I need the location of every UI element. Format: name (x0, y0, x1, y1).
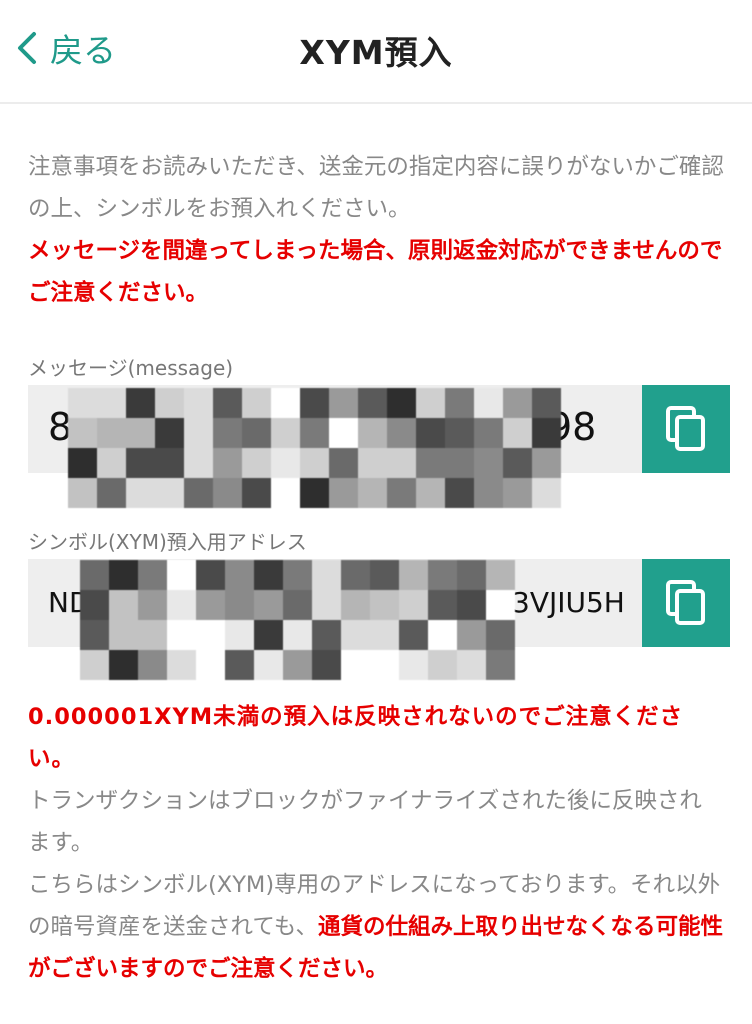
page-title: XYM預入 (299, 33, 453, 72)
copy-icon (666, 580, 705, 625)
minimum-warning: 0.000001XYM未満の預入は反映されないのでご注意ください。 (28, 704, 684, 772)
notice-text: 注意事項をお読みいただき、送金元の指定内容に誤りがないかご確認の上、シンボルをお… (28, 146, 728, 314)
copy-message-button[interactable] (642, 385, 730, 473)
header: 戻る XYM預入 (0, 0, 752, 104)
redaction-mosaic (68, 388, 561, 508)
notice-warning: メッセージを間違ってしまった場合、原則返金対応ができませんのでご注意ください。 (28, 238, 723, 306)
copy-address-button[interactable] (642, 559, 730, 647)
finalize-note: トランザクションはブロックがファイナライズされた後に反映されます。 (28, 788, 702, 856)
deposit-notes: 0.000001XYM未満の預入は反映されないのでご注意ください。 トランザクシ… (28, 696, 724, 990)
xym-deposit-screen: 戻る XYM預入 注意事項をお読みいただき、送金元の指定内容に誤りがないかご確認… (0, 0, 752, 1024)
copy-icon (666, 406, 705, 451)
address-value-end: 3VJIU5H (512, 586, 625, 619)
message-label: メッセージ(message) (28, 356, 234, 380)
address-label: シンボル(XYM)預入用アドレス (28, 530, 307, 554)
redaction-mosaic (80, 560, 515, 680)
notice-instructions: 注意事項をお読みいただき、送金元の指定内容に誤りがないかご確認の上、シンボルをお… (28, 154, 724, 222)
